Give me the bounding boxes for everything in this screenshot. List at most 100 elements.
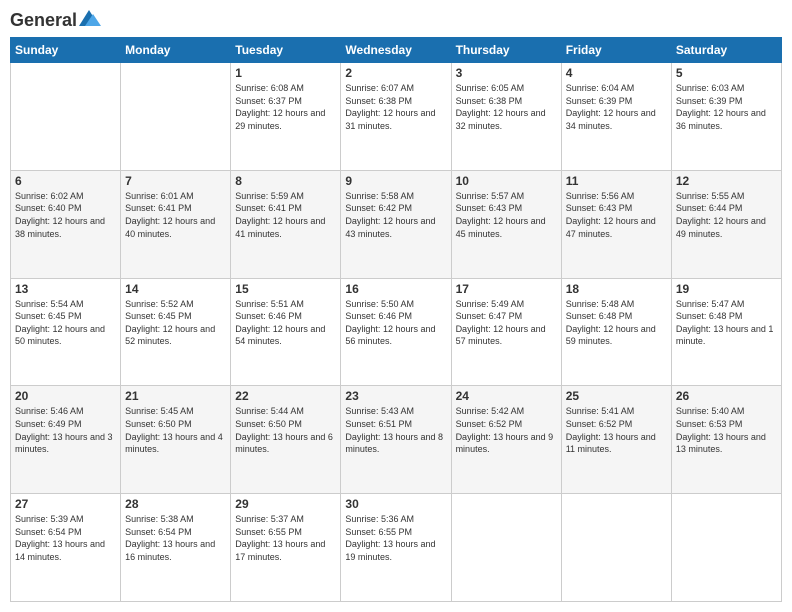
cell-info: Sunrise: 5:41 AMSunset: 6:52 PMDaylight:… — [566, 405, 667, 455]
cell-info: Sunrise: 6:08 AMSunset: 6:37 PMDaylight:… — [235, 82, 336, 132]
calendar-cell: 2 Sunrise: 6:07 AMSunset: 6:38 PMDaylight… — [341, 63, 451, 171]
cell-info: Sunrise: 5:40 AMSunset: 6:53 PMDaylight:… — [676, 405, 777, 455]
day-number: 28 — [125, 497, 226, 511]
calendar-body: 1 Sunrise: 6:08 AMSunset: 6:37 PMDaylight… — [11, 63, 782, 602]
cell-info: Sunrise: 5:47 AMSunset: 6:48 PMDaylight:… — [676, 298, 777, 348]
logo-general: General — [10, 10, 77, 31]
calendar-cell: 10 Sunrise: 5:57 AMSunset: 6:43 PMDayligh… — [451, 170, 561, 278]
cell-info: Sunrise: 5:44 AMSunset: 6:50 PMDaylight:… — [235, 405, 336, 455]
cell-info: Sunrise: 5:43 AMSunset: 6:51 PMDaylight:… — [345, 405, 446, 455]
calendar-cell: 11Sunrise: 5:56 AMSunset: 6:43 PMDayligh… — [561, 170, 671, 278]
cell-info: Sunrise: 6:04 AMSunset: 6:39 PMDaylight:… — [566, 82, 667, 132]
cell-info: Sunrise: 5:55 AMSunset: 6:44 PMDaylight:… — [676, 190, 777, 240]
cell-info: Sunrise: 5:48 AMSunset: 6:48 PMDaylight:… — [566, 298, 667, 348]
day-number: 22 — [235, 389, 336, 403]
day-number: 19 — [676, 282, 777, 296]
day-number: 13 — [15, 282, 116, 296]
cell-info: Sunrise: 5:37 AMSunset: 6:55 PMDaylight:… — [235, 513, 336, 563]
calendar-cell: 15Sunrise: 5:51 AMSunset: 6:46 PMDayligh… — [231, 278, 341, 386]
calendar-cell: 21Sunrise: 5:45 AMSunset: 6:50 PMDayligh… — [121, 386, 231, 494]
calendar-cell: 23 Sunrise: 5:43 AMSunset: 6:51 PMDayligh… — [341, 386, 451, 494]
day-number: 26 — [676, 389, 777, 403]
day-number: 24 — [456, 389, 557, 403]
day-number: 2 — [345, 66, 446, 80]
calendar-week-3: 20 Sunrise: 5:46 AMSunset: 6:49 PMDayligh… — [11, 386, 782, 494]
day-number: 27 — [15, 497, 116, 511]
calendar-cell: 29 Sunrise: 5:37 AMSunset: 6:55 PMDayligh… — [231, 494, 341, 602]
calendar-cell: 27 Sunrise: 5:39 AMSunset: 6:54 PMDayligh… — [11, 494, 121, 602]
calendar-cell: 12 Sunrise: 5:55 AMSunset: 6:44 PMDayligh… — [671, 170, 781, 278]
calendar-cell — [451, 494, 561, 602]
day-number: 30 — [345, 497, 446, 511]
weekday-header-monday: Monday — [121, 38, 231, 63]
calendar-cell: 26 Sunrise: 5:40 AMSunset: 6:53 PMDayligh… — [671, 386, 781, 494]
cell-info: Sunrise: 5:46 AMSunset: 6:49 PMDaylight:… — [15, 405, 116, 455]
day-number: 14 — [125, 282, 226, 296]
day-number: 25 — [566, 389, 667, 403]
calendar-cell: 8Sunrise: 5:59 AMSunset: 6:41 PMDaylight… — [231, 170, 341, 278]
weekday-header-saturday: Saturday — [671, 38, 781, 63]
day-number: 7 — [125, 174, 226, 188]
day-number: 10 — [456, 174, 557, 188]
calendar-cell: 30 Sunrise: 5:36 AMSunset: 6:55 PMDayligh… — [341, 494, 451, 602]
day-number: 20 — [15, 389, 116, 403]
day-number: 29 — [235, 497, 336, 511]
weekday-header-tuesday: Tuesday — [231, 38, 341, 63]
calendar-cell: 22 Sunrise: 5:44 AMSunset: 6:50 PMDayligh… — [231, 386, 341, 494]
day-number: 6 — [15, 174, 116, 188]
calendar-cell: 18 Sunrise: 5:48 AMSunset: 6:48 PMDayligh… — [561, 278, 671, 386]
cell-info: Sunrise: 5:58 AMSunset: 6:42 PMDaylight:… — [345, 190, 446, 240]
logo: General — [10, 10, 101, 29]
cell-info: Sunrise: 5:50 AMSunset: 6:46 PMDaylight:… — [345, 298, 446, 348]
calendar-cell — [671, 494, 781, 602]
calendar-week-1: 6Sunrise: 6:02 AMSunset: 6:40 PMDaylight… — [11, 170, 782, 278]
cell-info: Sunrise: 5:39 AMSunset: 6:54 PMDaylight:… — [15, 513, 116, 563]
day-number: 8 — [235, 174, 336, 188]
day-number: 12 — [676, 174, 777, 188]
logo-icon — [79, 8, 101, 30]
day-number: 18 — [566, 282, 667, 296]
day-number: 21 — [125, 389, 226, 403]
weekday-header-sunday: Sunday — [11, 38, 121, 63]
calendar-cell: 6Sunrise: 6:02 AMSunset: 6:40 PMDaylight… — [11, 170, 121, 278]
cell-info: Sunrise: 5:42 AMSunset: 6:52 PMDaylight:… — [456, 405, 557, 455]
calendar-cell — [561, 494, 671, 602]
weekday-header-friday: Friday — [561, 38, 671, 63]
cell-info: Sunrise: 5:36 AMSunset: 6:55 PMDaylight:… — [345, 513, 446, 563]
calendar-cell: 5Sunrise: 6:03 AMSunset: 6:39 PMDaylight… — [671, 63, 781, 171]
cell-info: Sunrise: 5:56 AMSunset: 6:43 PMDaylight:… — [566, 190, 667, 240]
calendar-week-2: 13 Sunrise: 5:54 AMSunset: 6:45 PMDayligh… — [11, 278, 782, 386]
calendar-cell: 7Sunrise: 6:01 AMSunset: 6:41 PMDaylight… — [121, 170, 231, 278]
page: General SundayMondayTuesdayWednesdayThur… — [0, 0, 792, 612]
calendar-cell: 16 Sunrise: 5:50 AMSunset: 6:46 PMDayligh… — [341, 278, 451, 386]
weekday-header-wednesday: Wednesday — [341, 38, 451, 63]
cell-info: Sunrise: 6:05 AMSunset: 6:38 PMDaylight:… — [456, 82, 557, 132]
cell-info: Sunrise: 6:03 AMSunset: 6:39 PMDaylight:… — [676, 82, 777, 132]
cell-info: Sunrise: 5:38 AMSunset: 6:54 PMDaylight:… — [125, 513, 226, 563]
cell-info: Sunrise: 5:57 AMSunset: 6:43 PMDaylight:… — [456, 190, 557, 240]
calendar-cell: 28 Sunrise: 5:38 AMSunset: 6:54 PMDayligh… — [121, 494, 231, 602]
day-number: 3 — [456, 66, 557, 80]
day-number: 16 — [345, 282, 446, 296]
cell-info: Sunrise: 6:07 AMSunset: 6:38 PMDaylight:… — [345, 82, 446, 132]
calendar-cell — [11, 63, 121, 171]
calendar-cell — [121, 63, 231, 171]
day-number: 4 — [566, 66, 667, 80]
day-number: 17 — [456, 282, 557, 296]
calendar-week-4: 27 Sunrise: 5:39 AMSunset: 6:54 PMDayligh… — [11, 494, 782, 602]
day-number: 1 — [235, 66, 336, 80]
calendar-cell: 9 Sunrise: 5:58 AMSunset: 6:42 PMDaylight… — [341, 170, 451, 278]
calendar-cell: 19 Sunrise: 5:47 AMSunset: 6:48 PMDayligh… — [671, 278, 781, 386]
cell-info: Sunrise: 5:54 AMSunset: 6:45 PMDaylight:… — [15, 298, 116, 348]
calendar-week-0: 1 Sunrise: 6:08 AMSunset: 6:37 PMDaylight… — [11, 63, 782, 171]
cell-info: Sunrise: 5:49 AMSunset: 6:47 PMDaylight:… — [456, 298, 557, 348]
calendar-table: SundayMondayTuesdayWednesdayThursdayFrid… — [10, 37, 782, 602]
weekday-header-row: SundayMondayTuesdayWednesdayThursdayFrid… — [11, 38, 782, 63]
day-number: 23 — [345, 389, 446, 403]
day-number: 9 — [345, 174, 446, 188]
calendar-cell: 25 Sunrise: 5:41 AMSunset: 6:52 PMDayligh… — [561, 386, 671, 494]
calendar-header: SundayMondayTuesdayWednesdayThursdayFrid… — [11, 38, 782, 63]
calendar-cell: 13 Sunrise: 5:54 AMSunset: 6:45 PMDayligh… — [11, 278, 121, 386]
cell-info: Sunrise: 5:51 AMSunset: 6:46 PMDaylight:… — [235, 298, 336, 348]
calendar-cell: 4 Sunrise: 6:04 AMSunset: 6:39 PMDaylight… — [561, 63, 671, 171]
